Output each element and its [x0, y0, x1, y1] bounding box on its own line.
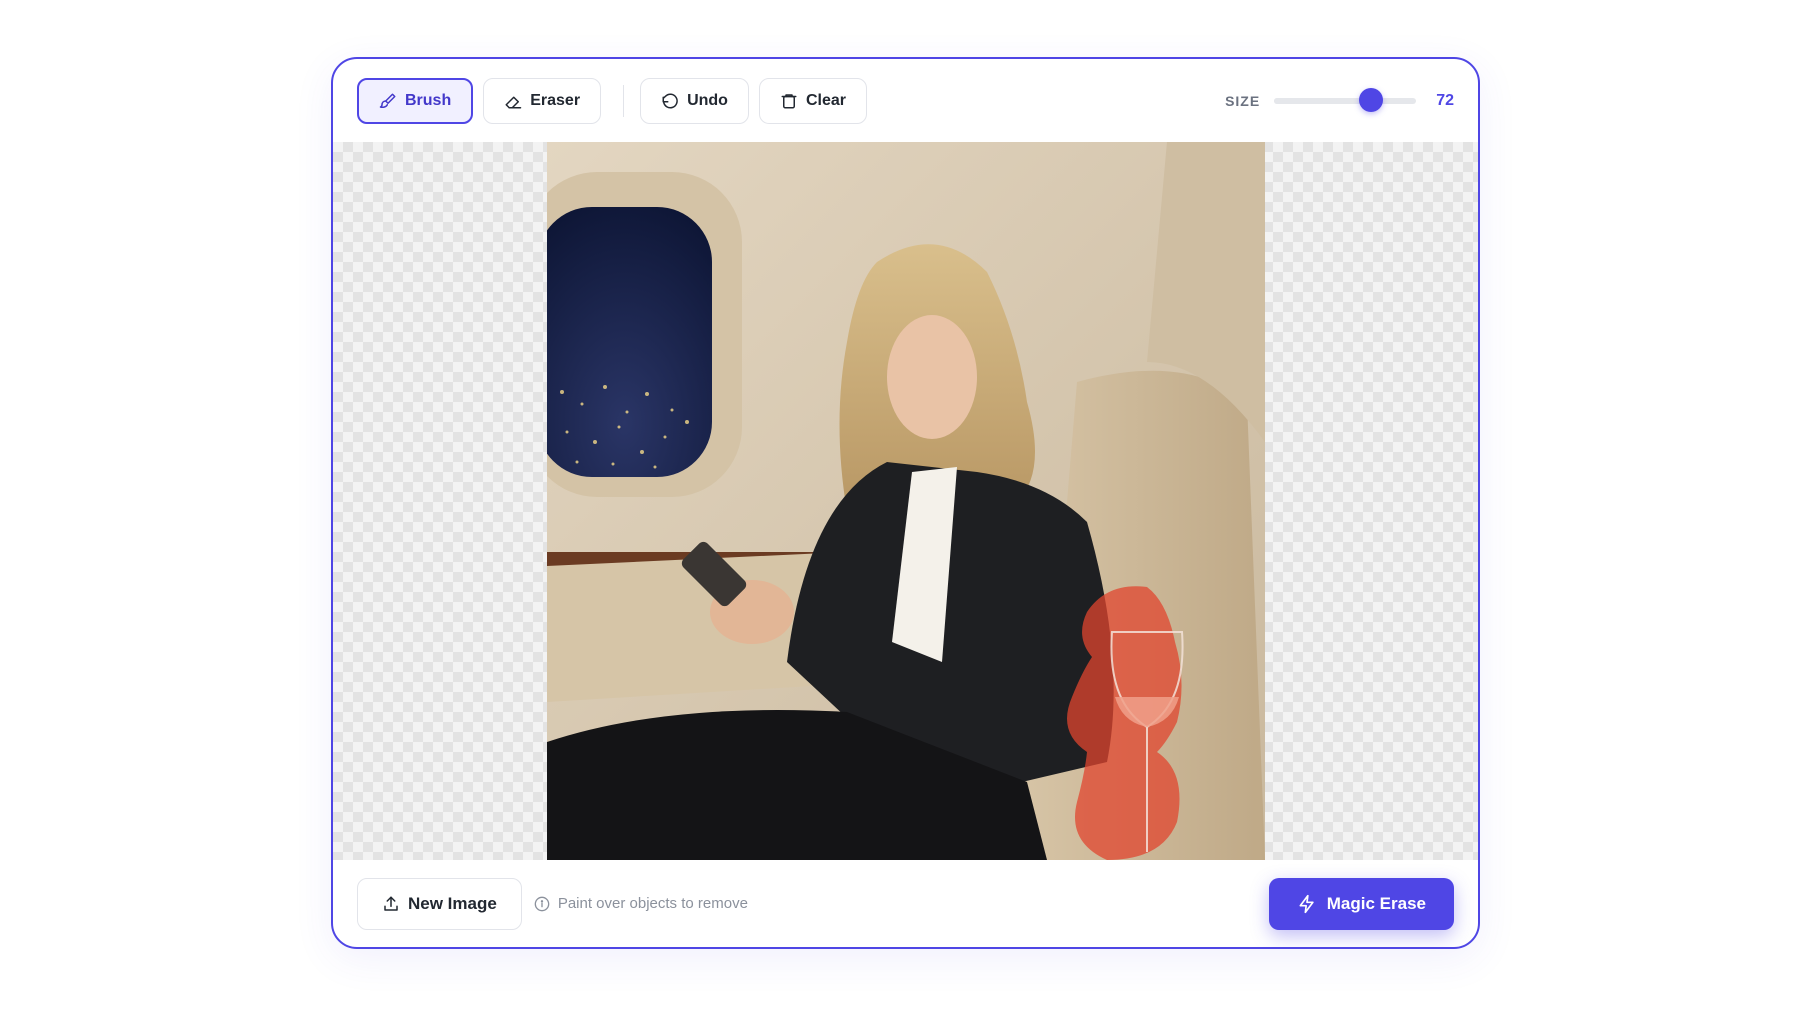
clear-label: Clear [805, 91, 846, 109]
eraser-button[interactable]: Eraser [483, 77, 602, 124]
toolbar-divider [623, 84, 625, 117]
size-value: 72 [1436, 91, 1454, 109]
undo-label: Undo [687, 91, 728, 109]
toolbar: Brush Eraser Undo Clear SIZE 72 [333, 59, 1478, 142]
info-icon [534, 896, 550, 911]
editor-card: Brush Eraser Undo Clear SIZE 72 New Imag… [331, 57, 1480, 949]
brush-size-control: SIZE 72 [1225, 87, 1454, 112]
eraser-label: Eraser [530, 91, 581, 109]
lightning-icon [1299, 894, 1314, 913]
brush-label: Brush [405, 91, 452, 109]
size-slider-track [1274, 97, 1371, 104]
hint: Paint over objects to remove [534, 895, 748, 912]
magic-erase-label: Magic Erase [1326, 893, 1426, 913]
woman-face [887, 315, 977, 439]
hint-text: Paint over objects to remove [557, 895, 748, 912]
size-label: SIZE [1225, 92, 1261, 109]
undo-button[interactable]: Undo [640, 77, 749, 124]
new-image-label: New Image [408, 893, 497, 913]
upload-icon [384, 896, 398, 911]
size-slider-thumb[interactable] [1358, 87, 1383, 112]
magic-erase-button[interactable]: Magic Erase [1268, 877, 1454, 930]
brush-button[interactable]: Brush [357, 77, 474, 124]
brush-icon [379, 93, 396, 108]
size-slider[interactable] [1274, 87, 1417, 112]
bottom-bar: New Image Paint over objects to remove M… [333, 860, 1478, 947]
undo-icon [662, 93, 678, 108]
mask-overlay [1067, 586, 1182, 860]
canvas-area[interactable] [333, 142, 1478, 860]
window-night-view [547, 207, 712, 477]
eraser-icon [505, 96, 522, 108]
trash-icon [781, 93, 797, 108]
new-image-button[interactable]: New Image [357, 877, 522, 930]
clear-button[interactable]: Clear [758, 77, 867, 124]
photo-canvas[interactable] [547, 142, 1265, 860]
